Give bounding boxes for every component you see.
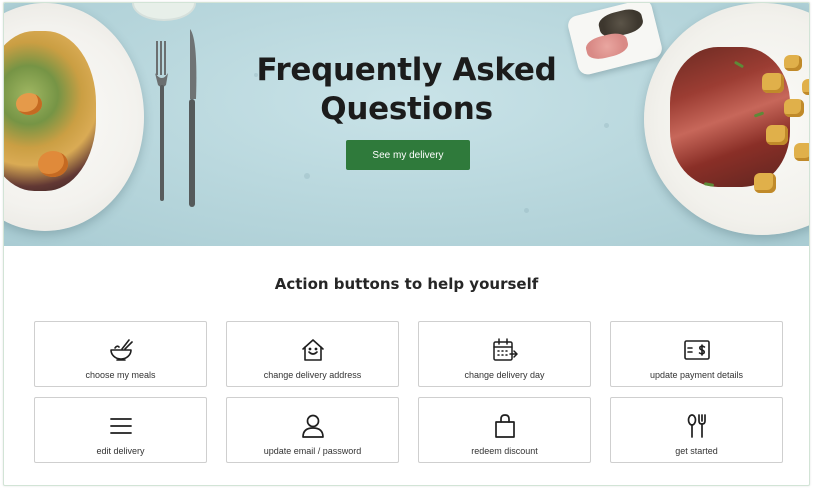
choose-meals-label: choose my meals (85, 370, 156, 380)
page-title-line1: Frequently Asked (256, 52, 557, 88)
update-email-password-button[interactable]: update email / password (226, 397, 399, 463)
spoon-fork-icon (683, 412, 711, 440)
action-buttons-grid: choose my meals change delivery address (34, 321, 783, 464)
calendar-arrow-icon (491, 336, 519, 364)
shopping-bag-icon (491, 412, 519, 440)
get-started-label: get started (675, 446, 718, 456)
change-delivery-address-label: change delivery address (263, 370, 362, 380)
edit-delivery-label: edit delivery (96, 446, 145, 456)
see-my-delivery-button[interactable]: See my delivery (346, 140, 470, 170)
action-buttons-heading: Action buttons to help yourself (274, 275, 539, 293)
page-title: Frequently Asked Questions (4, 51, 809, 129)
glass-image (132, 3, 196, 21)
menu-lines-icon (107, 412, 135, 440)
bowl-chopsticks-icon (107, 336, 135, 364)
change-delivery-day-label: change delivery day (464, 370, 545, 380)
page-title-line2: Questions (320, 91, 493, 127)
change-delivery-address-button[interactable]: change delivery address (226, 321, 399, 387)
choose-meals-button[interactable]: choose my meals (34, 321, 207, 387)
background-speck (524, 208, 529, 213)
get-started-button[interactable]: get started (610, 397, 783, 463)
hero-banner: Frequently Asked Questions See my delive… (4, 3, 809, 246)
user-icon (299, 412, 327, 440)
update-email-password-label: update email / password (263, 446, 362, 456)
edit-delivery-button[interactable]: edit delivery (34, 397, 207, 463)
house-smile-icon (299, 336, 327, 364)
redeem-discount-button[interactable]: redeem discount (418, 397, 591, 463)
redeem-discount-label: redeem discount (471, 446, 538, 456)
update-payment-details-button[interactable]: update payment details (610, 321, 783, 387)
page-frame: Frequently Asked Questions See my delive… (3, 2, 810, 486)
update-payment-details-label: update payment details (649, 370, 744, 380)
background-speck (304, 173, 310, 179)
change-delivery-day-button[interactable]: change delivery day (418, 321, 591, 387)
payment-card-dollar-icon (683, 336, 711, 364)
